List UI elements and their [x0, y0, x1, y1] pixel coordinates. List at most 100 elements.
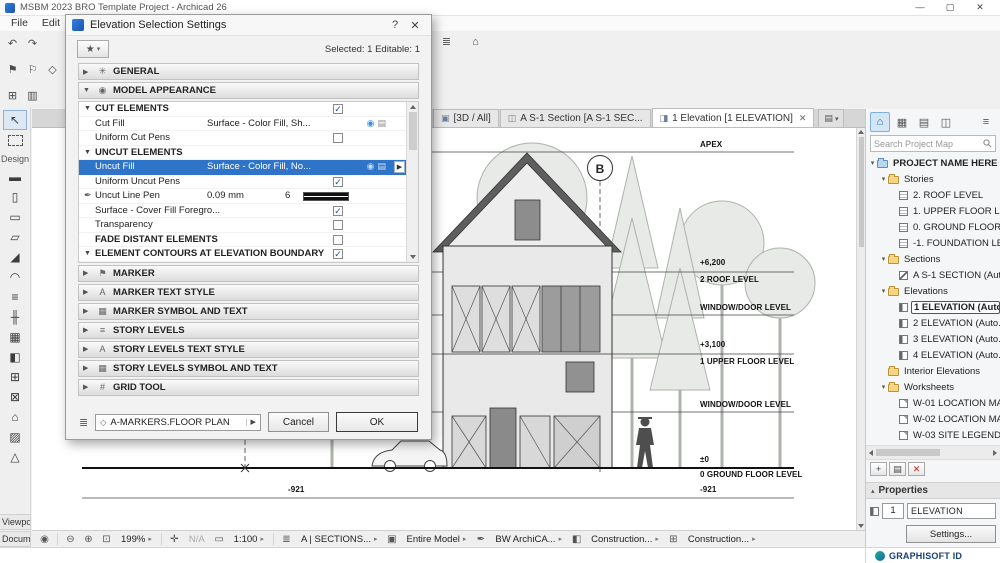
help-button[interactable]: ? [385, 19, 405, 31]
close-button[interactable]: ✕ [965, 0, 995, 15]
add-viewpoint-button[interactable]: + [870, 462, 887, 476]
tree-item-stories[interactable]: ▾Stories [866, 171, 1000, 187]
pen-color-swatch[interactable] [303, 192, 349, 201]
tree-item-2-elevation-auto[interactable]: 2 ELEVATION (Auto... [866, 315, 1000, 331]
settings-button[interactable]: Settings... [906, 525, 996, 543]
surface-override-icon[interactable]: ◉ [367, 118, 375, 129]
fit-in-window-icon[interactable]: ▭ [211, 532, 228, 547]
navigator-horizontal-scrollbar[interactable] [866, 445, 1000, 460]
tree-item-w-02-location-ma[interactable]: W-02 LOCATION MA... [866, 411, 1000, 427]
slab-tool[interactable]: ▱ [3, 227, 27, 247]
dialog-section-grid-tool[interactable]: ▶#GRID TOOL [78, 379, 419, 396]
door-tool[interactable]: ◧ [3, 347, 27, 367]
tab-a-s-1-section-a-s-1-sec[interactable]: ◫A S-1 Section [A S-1 SEC... [500, 109, 651, 127]
dialog-scrollbar[interactable] [406, 102, 418, 262]
dialog-section-story-levels-text-style[interactable]: ▶ASTORY LEVELS TEXT STYLE [78, 341, 419, 358]
publisher-sets-button[interactable]: ◫ [936, 112, 956, 132]
pen-set-value-dropdown[interactable]: BW ArchiCA...▸ [490, 532, 567, 547]
checkbox-uniform-uncut-pens[interactable]: ✓ [333, 177, 343, 187]
scroll-down-icon[interactable] [858, 524, 864, 528]
maximize-button[interactable]: ▢ [935, 0, 965, 15]
dialog-section-model-appearance[interactable]: ▼◉MODEL APPEARANCE [78, 82, 419, 99]
ok-button[interactable]: OK [336, 412, 418, 432]
scrollbar-thumb[interactable] [409, 112, 417, 150]
undo-icon[interactable]: ↶ [4, 35, 21, 52]
layer-combination-icon[interactable]: ≣ [278, 532, 295, 547]
dialog-section-marker[interactable]: ▶⚑MARKER [78, 265, 419, 282]
railing-tool[interactable]: ╫ [3, 307, 27, 327]
drawing-vertical-scrollbar[interactable] [856, 128, 865, 530]
element-settings-icon[interactable]: ≣ [438, 33, 455, 50]
trace-reference-icon[interactable]: ◇ [44, 61, 61, 78]
favorites-icon[interactable]: ⚑ [4, 61, 21, 78]
roof-tool[interactable]: ◢ [3, 247, 27, 267]
checkbox-element-contours-at-elevation-boundary[interactable]: ✓ [333, 249, 343, 259]
skylight-tool[interactable]: ⊠ [3, 387, 27, 407]
layer-dropdown[interactable]: ◇ A-MARKERS.FLOOR PLAN ▶ [95, 414, 261, 431]
dimension-style-value-dropdown[interactable]: Construction...▸ [683, 532, 761, 547]
tree-item-elevations[interactable]: ▾Elevations [866, 283, 1000, 299]
surface-override-icon[interactable]: ◉ [367, 161, 375, 172]
surface-cover-fill-foregro-row[interactable]: Surface - Cover Fill Foregro...✓ [79, 204, 406, 219]
scale-dropdown[interactable]: 1:100▸ [229, 532, 269, 547]
window-tool[interactable]: ⊞ [3, 367, 27, 387]
tree-item-a-s-1-section-aut[interactable]: A S-1 SECTION (Aut... [866, 267, 1000, 283]
zoom-window-icon[interactable]: ⊡ [98, 532, 115, 547]
checkbox-surface-cover-fill-foregro[interactable]: ✓ [333, 206, 343, 216]
tree-item-0-ground-floor[interactable]: 0. GROUND FLOOR... [866, 219, 1000, 235]
flyout-button[interactable]: ▶ [394, 161, 405, 173]
scroll-down-icon[interactable] [410, 255, 416, 259]
zoom-out-icon[interactable]: ⊖ [62, 532, 79, 547]
uncut-line-pen-row[interactable]: ✒Uncut Line Pen0.09 mm6 [79, 189, 406, 204]
building-material-icon[interactable]: ▤ [377, 118, 386, 129]
document-panel-tab[interactable]: Docum [0, 531, 31, 547]
delete-viewpoint-button[interactable]: ✕ [908, 462, 925, 476]
pet-palette-icon[interactable]: ⚐ [24, 61, 41, 78]
navigator-menu-button[interactable]: ≡ [976, 112, 996, 132]
tree-item-1-foundation-le[interactable]: -1. FOUNDATION LE... [866, 235, 1000, 251]
dialog-section-marker-symbol-and-text[interactable]: ▶▦MARKER SYMBOL AND TEXT [78, 303, 419, 320]
curtain-wall-tool[interactable]: ▦ [3, 327, 27, 347]
dialog-section-story-levels[interactable]: ▶≡STORY LEVELS [78, 322, 419, 339]
viewpoint-settings-button[interactable]: ▤ [889, 462, 906, 476]
tab-close-icon[interactable]: ✕ [799, 113, 807, 124]
scroll-right-icon[interactable] [993, 450, 997, 456]
uniform-cut-pens-row[interactable]: Uniform Cut Pens [79, 131, 406, 146]
partial-structure-icon[interactable]: ▣ [384, 532, 401, 547]
tree-item-w-03-site-legend[interactable]: W-03 SITE LEGEND... [866, 427, 1000, 443]
zone-tool[interactable]: ▨ [3, 427, 27, 447]
tab-list-button[interactable]: ▤ ▾ [818, 109, 844, 127]
partial-structure-value-dropdown[interactable]: Entire Model▸ [402, 532, 472, 547]
tree-item-3-elevation-auto[interactable]: 3 ELEVATION (Auto... [866, 331, 1000, 347]
view-map-button[interactable]: ▦ [892, 112, 912, 132]
beam-tool[interactable]: ▭ [3, 207, 27, 227]
layout-book-button[interactable]: ▤ [914, 112, 934, 132]
building-material-icon[interactable]: ▤ [377, 161, 386, 172]
tab-3d-all[interactable]: ▣[3D / All] [433, 109, 499, 127]
visual-options-icon[interactable]: ◉ [36, 532, 53, 547]
scroll-left-icon[interactable] [869, 450, 873, 456]
zoom-level-dropdown[interactable]: 199%▸ [116, 532, 157, 547]
redo-icon[interactable]: ↷ [24, 35, 41, 52]
tree-item-sections[interactable]: ▾Sections [866, 251, 1000, 267]
uniform-uncut-pens-row[interactable]: Uniform Uncut Pens✓ [79, 175, 406, 190]
menu-file[interactable]: File [4, 16, 35, 31]
arrow-tool[interactable]: ↖ [3, 110, 27, 130]
checkbox-cut-elements[interactable]: ✓ [333, 104, 343, 114]
minimize-button[interactable]: — [905, 0, 935, 15]
default-settings-icon[interactable]: ⌂ [467, 33, 484, 50]
transparency-row[interactable]: Transparency [79, 218, 406, 233]
cancel-button[interactable]: Cancel [268, 412, 329, 432]
favorites-button[interactable]: ★ ▾ [77, 40, 109, 58]
zoom-in-icon[interactable]: ⊕ [80, 532, 97, 547]
dialog-section-marker-text-style[interactable]: ▶AMARKER TEXT STYLE [78, 284, 419, 301]
dialog-section-story-levels-symbol-and-text[interactable]: ▶▦STORY LEVELS SYMBOL AND TEXT [78, 360, 419, 377]
search-box[interactable]: Search Project Map [870, 135, 996, 152]
menu-edit[interactable]: Edit [35, 16, 67, 31]
viewpoint-id-field[interactable]: 1 [882, 503, 904, 519]
mesh-tool[interactable]: △ [3, 447, 27, 467]
pan-icon[interactable]: ✛ [166, 532, 183, 547]
stair-tool[interactable]: ≡ [3, 287, 27, 307]
scroll-up-icon[interactable] [410, 105, 416, 109]
viewpoint-panel-tab[interactable]: Viewpo [0, 514, 31, 530]
